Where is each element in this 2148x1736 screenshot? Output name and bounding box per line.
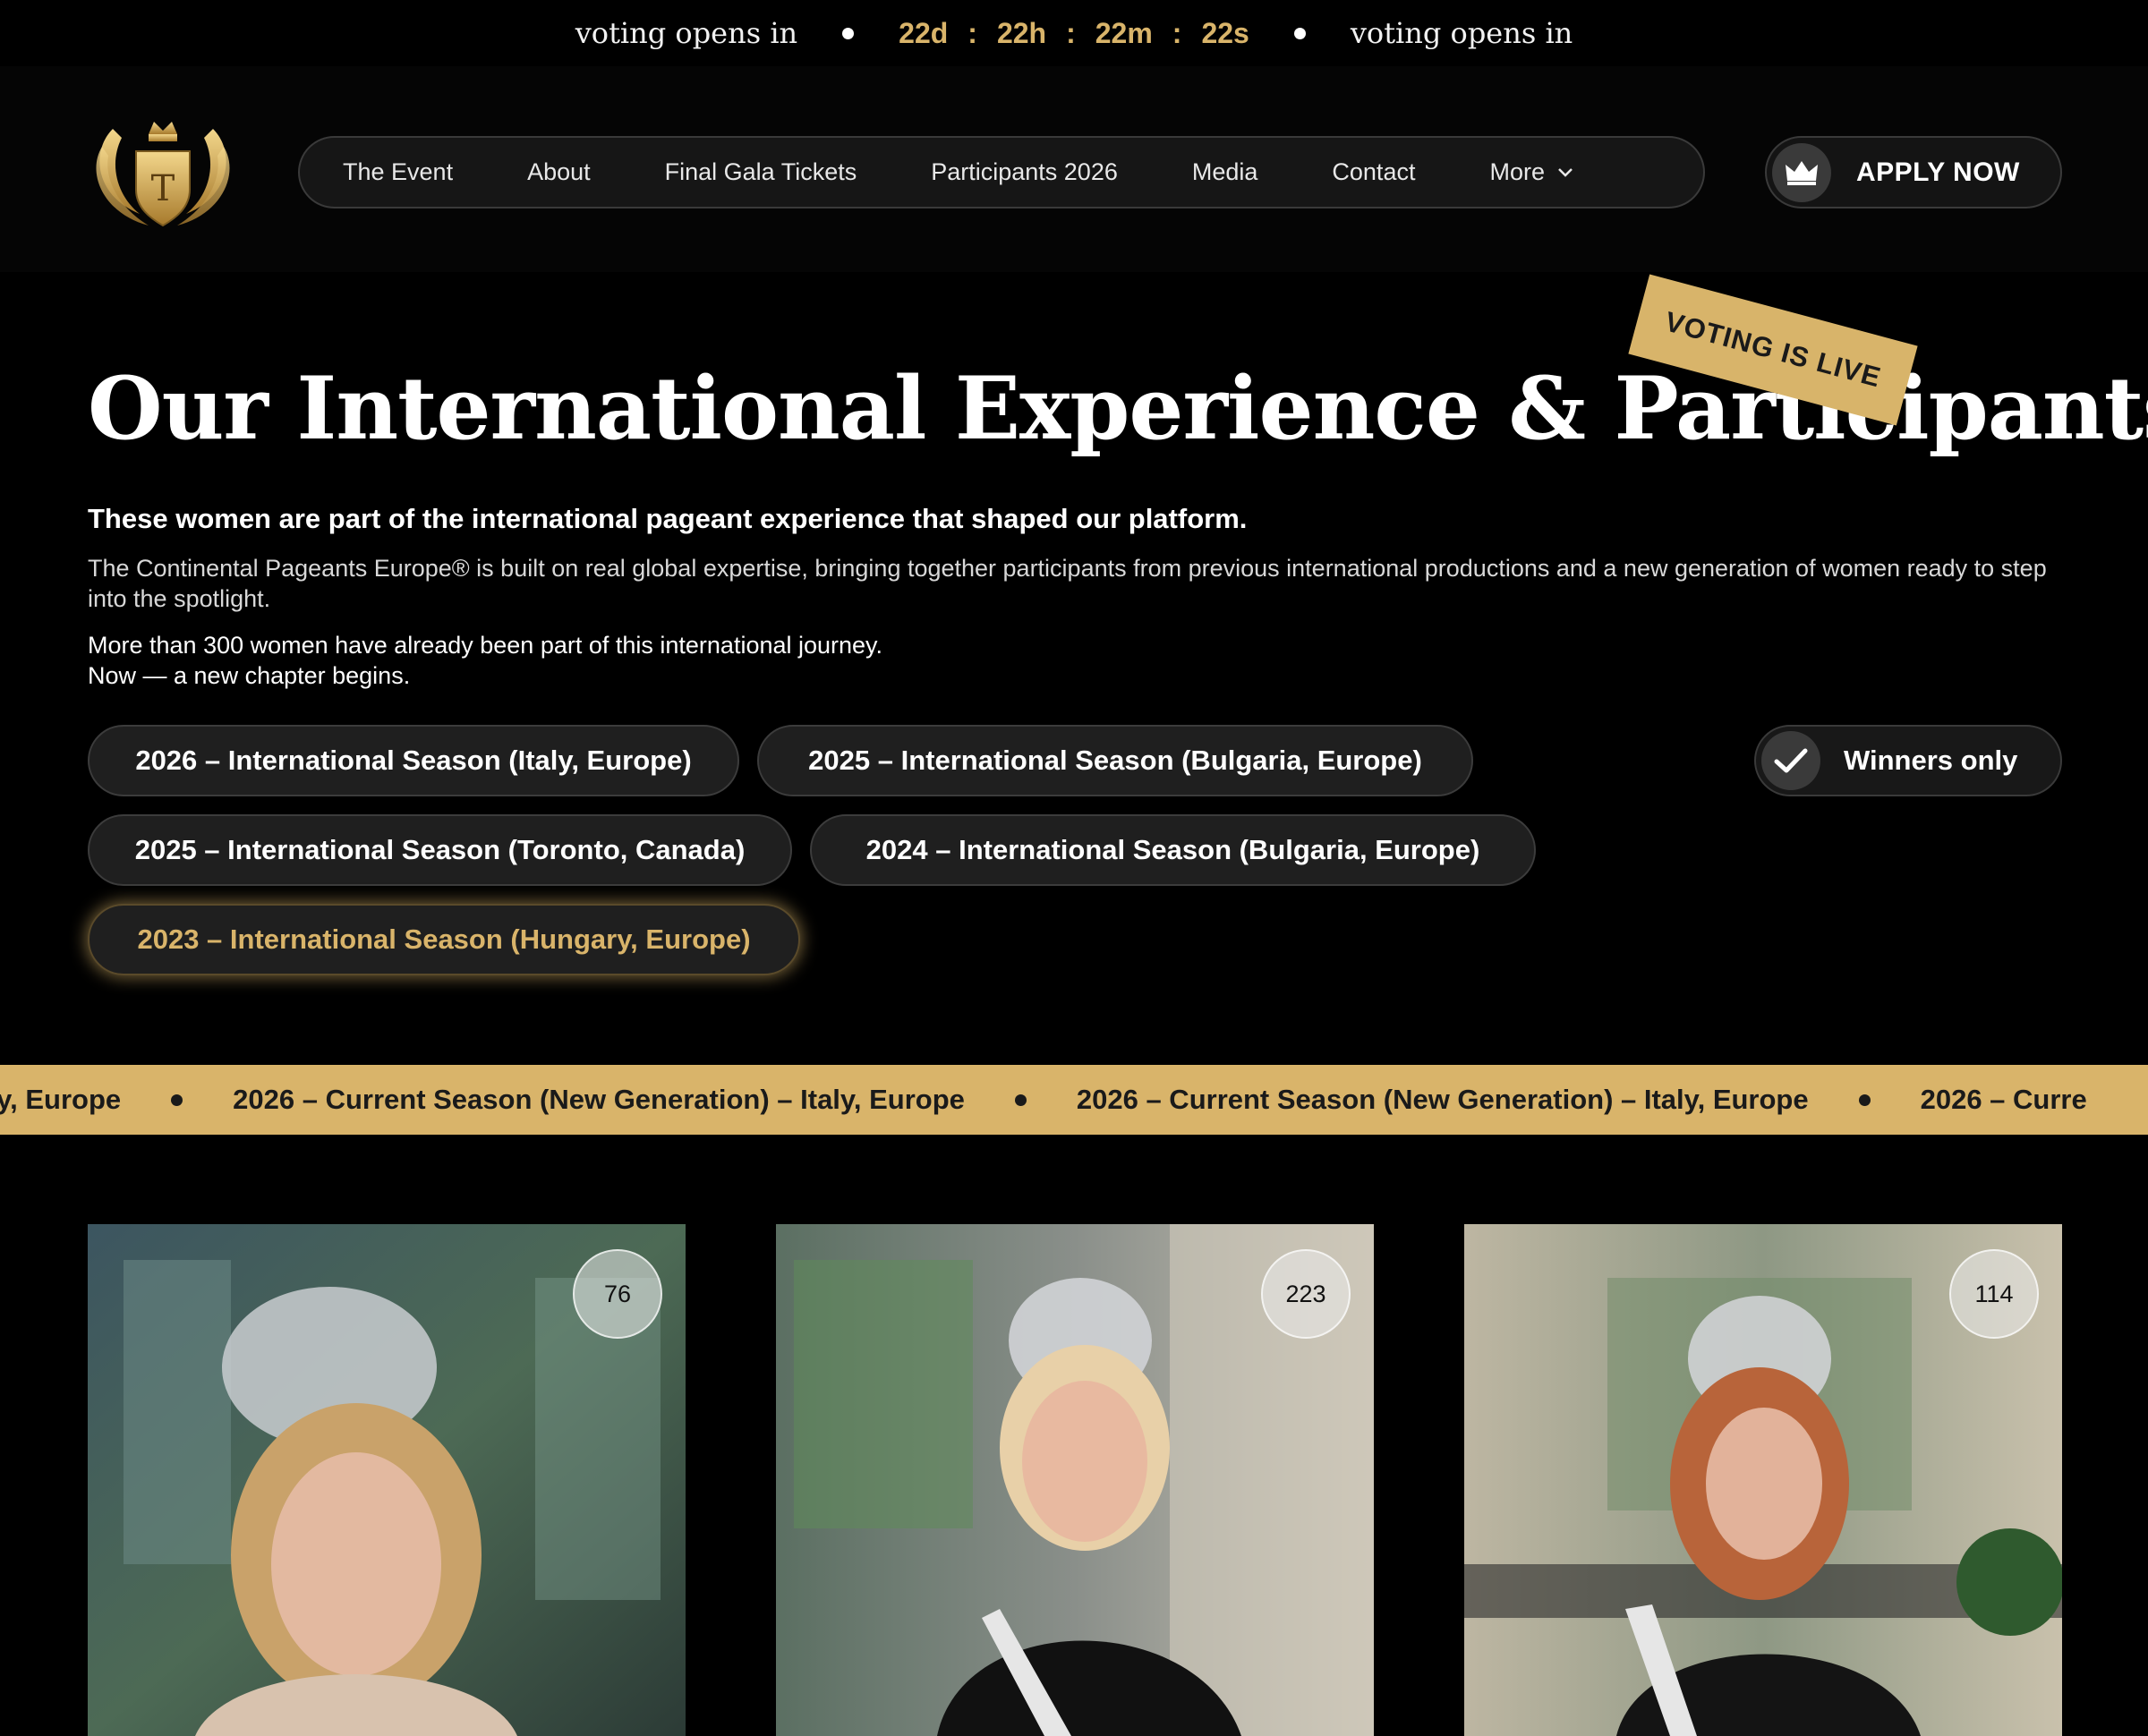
countdown-dot: [1293, 27, 1306, 39]
vote-count-badge: 114: [1949, 1249, 2039, 1339]
ticker-dot: [1858, 1094, 1871, 1106]
ticker-item: 2026 – Current Season (New Generation) –…: [1076, 1084, 1809, 1115]
countdown-seconds: 22s: [1201, 16, 1249, 49]
hero-paragraph-2-line-2: Now — a new chapter begins.: [88, 662, 411, 689]
nav-about[interactable]: About: [527, 158, 591, 186]
crown-icon: [1772, 142, 1831, 202]
nav-more-label: More: [1489, 158, 1545, 185]
nav-final-gala-tickets[interactable]: Final Gala Tickets: [665, 158, 857, 186]
nav-contact[interactable]: Contact: [1332, 158, 1415, 186]
winners-only-label: Winners only: [1844, 745, 2018, 776]
countdown-separator: :: [1066, 16, 1076, 49]
countdown-dot: [842, 27, 855, 39]
participant-card[interactable]: 223: [776, 1224, 1374, 1736]
season-filter-2024-bulgaria[interactable]: 2024 – International Season (Bulgaria, E…: [810, 814, 1536, 886]
checkmark-icon: [1761, 731, 1820, 790]
ticker-item: 2026 – Curre: [1920, 1084, 2087, 1115]
season-filter-2025-bulgaria[interactable]: 2025 – International Season (Bulgaria, E…: [757, 725, 1473, 796]
ticker-dot: [1014, 1094, 1027, 1106]
main-nav: The Event About Final Gala Tickets Parti…: [298, 136, 1705, 208]
ticker-track: taly, Europe 2026 – Current Season (New …: [0, 1065, 2087, 1135]
nav-participants-2026[interactable]: Participants 2026: [931, 158, 1118, 186]
participant-card[interactable]: 76: [88, 1224, 686, 1736]
countdown-separator: :: [967, 16, 977, 49]
season-filter-2023-hungary[interactable]: 2023 – International Season (Hungary, Eu…: [88, 904, 800, 975]
site-header: T The Event About Final Gala Tickets Par…: [0, 66, 2148, 272]
countdown-days: 22d: [899, 16, 949, 49]
nav-media[interactable]: Media: [1192, 158, 1258, 186]
crest-logo-icon[interactable]: T: [86, 111, 240, 236]
ticker-item: taly, Europe: [0, 1084, 122, 1115]
countdown-label-left: voting opens in: [575, 16, 798, 50]
hero-paragraph: The Continental Pageants Europe® is buil…: [88, 555, 2047, 612]
season-ticker: taly, Europe 2026 – Current Season (New …: [0, 1065, 2148, 1135]
ticker-item: 2026 – Current Season (New Generation) –…: [233, 1084, 965, 1115]
vote-count-badge: 76: [573, 1249, 662, 1339]
logo-letter: T: [151, 168, 175, 209]
ticker-dot: [171, 1094, 183, 1106]
countdown-minutes: 22m: [1095, 16, 1153, 49]
nav-more[interactable]: More: [1489, 158, 1573, 186]
hero-paragraph-2-line-1: More than 300 women have already been pa…: [88, 632, 883, 659]
chevron-down-icon: [1558, 167, 1573, 177]
apply-now-button[interactable]: APPLY NOW: [1765, 136, 2062, 208]
season-filter-2025-toronto[interactable]: 2025 – International Season (Toronto, Ca…: [88, 814, 792, 886]
countdown-timer: 22d : 22h : 22m : 22s: [899, 17, 1249, 50]
season-filter-2026-italy[interactable]: 2026 – International Season (Italy, Euro…: [88, 725, 739, 796]
apply-now-label: APPLY NOW: [1856, 157, 2020, 187]
vote-count-badge: 223: [1261, 1249, 1351, 1339]
participant-card[interactable]: 114: [1464, 1224, 2062, 1736]
nav-the-event[interactable]: The Event: [343, 158, 453, 186]
hero-paragraph-2: More than 300 women have already been pa…: [88, 630, 882, 691]
countdown-label-right: voting opens in: [1350, 16, 1573, 50]
countdown-bar: voting opens in 22d : 22h : 22m : 22s vo…: [0, 0, 2148, 66]
countdown-hours: 22h: [996, 16, 1047, 49]
winners-only-toggle[interactable]: Winners only: [1754, 725, 2062, 796]
hero-lead: These women are part of the internationa…: [88, 503, 1248, 534]
countdown-separator: :: [1172, 16, 1182, 49]
